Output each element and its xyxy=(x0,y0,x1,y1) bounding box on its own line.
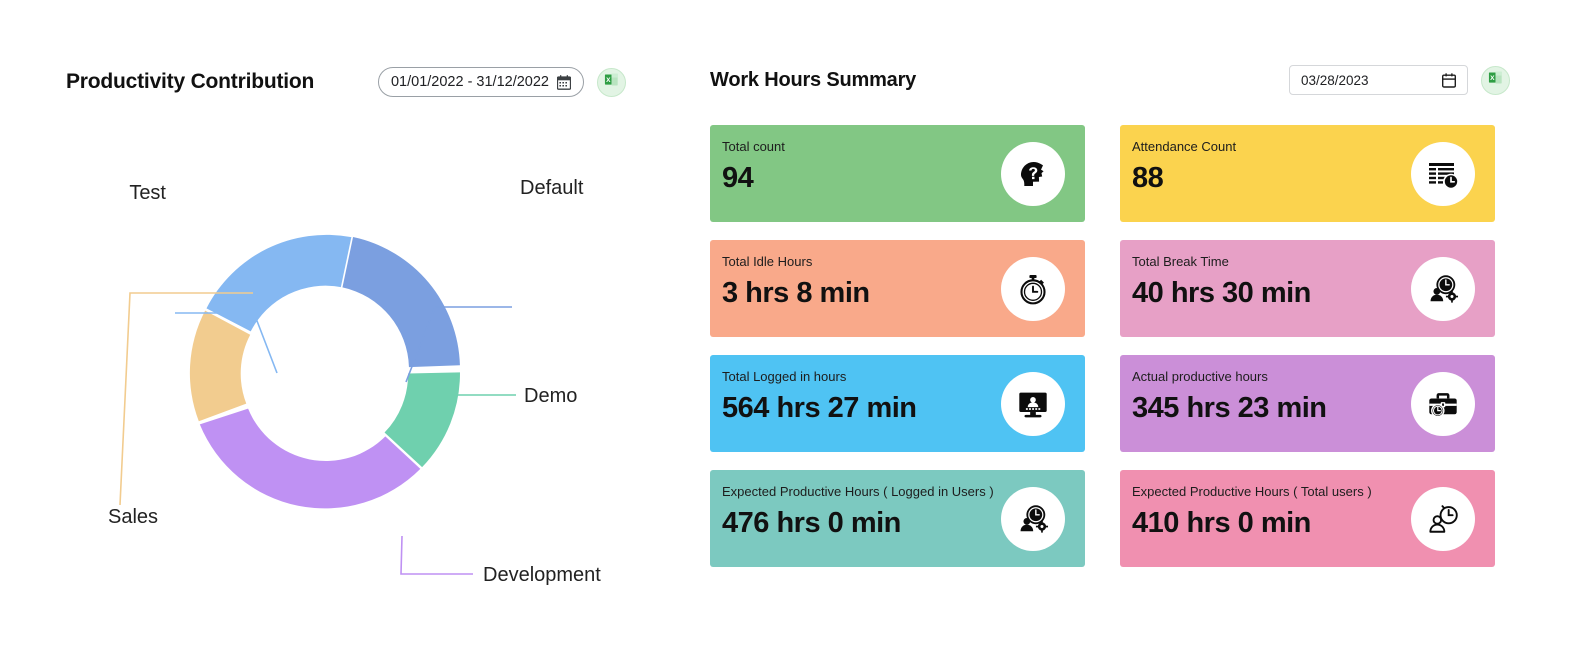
user-clock-gear-icon xyxy=(1411,256,1475,321)
metric-card-expected-productive-hours-logged-in[interactable]: Expected Productive Hours ( Logged in Us… xyxy=(710,470,1085,567)
date-picker-value: 03/28/2023 xyxy=(1301,72,1369,88)
excel-export-icon: X xyxy=(604,72,619,92)
metric-card-actual-productive-hours[interactable]: Actual productive hours 345 hrs 23 min xyxy=(1120,355,1495,452)
date-range-picker[interactable]: 01/01/2022 - 31/12/2022 xyxy=(377,67,584,97)
donut-svg: Test Default Demo Development Sales xyxy=(108,177,601,586)
metric-card-total-count[interactable]: Total count 94 xyxy=(710,125,1085,222)
dashboard-page: Productivity Contribution 01/01/2022 - 3… xyxy=(0,0,1590,660)
metric-card-attendance-count[interactable]: Attendance Count 88 xyxy=(1120,125,1495,222)
donut-label-sales: Sales xyxy=(108,506,158,528)
donut-label-demo: Demo xyxy=(524,385,577,407)
user-clock-gear-icon xyxy=(1001,486,1065,551)
productivity-donut-chart: Test Default Demo Development Sales xyxy=(0,120,700,620)
date-picker[interactable]: 03/28/2023 xyxy=(1289,65,1468,95)
donut-slice-development[interactable] xyxy=(199,408,421,509)
calendar-icon[interactable] xyxy=(1442,72,1456,88)
donut-label-test: Test xyxy=(129,182,166,204)
metric-card-expected-productive-hours-total[interactable]: Expected Productive Hours ( Total users … xyxy=(1120,470,1495,567)
head-question-icon xyxy=(1001,141,1065,206)
left-panel-header: Productivity Contribution 01/01/2022 - 3… xyxy=(66,62,626,102)
right-panel-header: Work Hours Summary 03/28/2023 X xyxy=(710,60,1510,100)
svg-text:X: X xyxy=(606,77,611,84)
timesheet-clock-icon xyxy=(1411,141,1475,206)
person-clock-icon xyxy=(1411,486,1475,551)
stopwatch-icon xyxy=(1001,256,1065,321)
metric-card-total-idle-hours[interactable]: Total Idle Hours 3 hrs 8 min xyxy=(710,240,1085,337)
briefcase-clock-icon xyxy=(1411,371,1475,436)
donut-label-development: Development xyxy=(483,564,601,586)
metric-cards-grid: Total count 94 Attendance Count 88 Total… xyxy=(710,125,1510,567)
leader-line-development xyxy=(400,535,473,575)
monitor-user-icon xyxy=(1001,371,1065,436)
calendar-icon xyxy=(557,74,571,90)
date-range-value: 01/01/2022 - 31/12/2022 xyxy=(390,74,549,90)
excel-export-button-left[interactable]: X xyxy=(597,67,626,97)
work-hours-summary-panel: Work Hours Summary 03/28/2023 X Total co… xyxy=(700,0,1590,660)
page-title-productivity: Productivity Contribution xyxy=(66,70,315,93)
donut-slice-default[interactable] xyxy=(342,237,460,368)
metric-card-total-logged-in-hours[interactable]: Total Logged in hours 564 hrs 27 min xyxy=(710,355,1085,452)
donut-slice-test[interactable] xyxy=(206,234,352,332)
svg-text:X: X xyxy=(1490,75,1495,82)
excel-export-button-right[interactable]: X xyxy=(1481,65,1510,95)
metric-card-total-break-time[interactable]: Total Break Time 40 hrs 30 min xyxy=(1120,240,1495,337)
donut-label-default: Default xyxy=(520,177,584,199)
excel-export-icon: X xyxy=(1488,70,1503,90)
donut-slice-sales[interactable] xyxy=(189,310,251,422)
productivity-contribution-panel: Productivity Contribution 01/01/2022 - 3… xyxy=(0,0,700,660)
page-title-work-hours: Work Hours Summary xyxy=(710,68,917,91)
